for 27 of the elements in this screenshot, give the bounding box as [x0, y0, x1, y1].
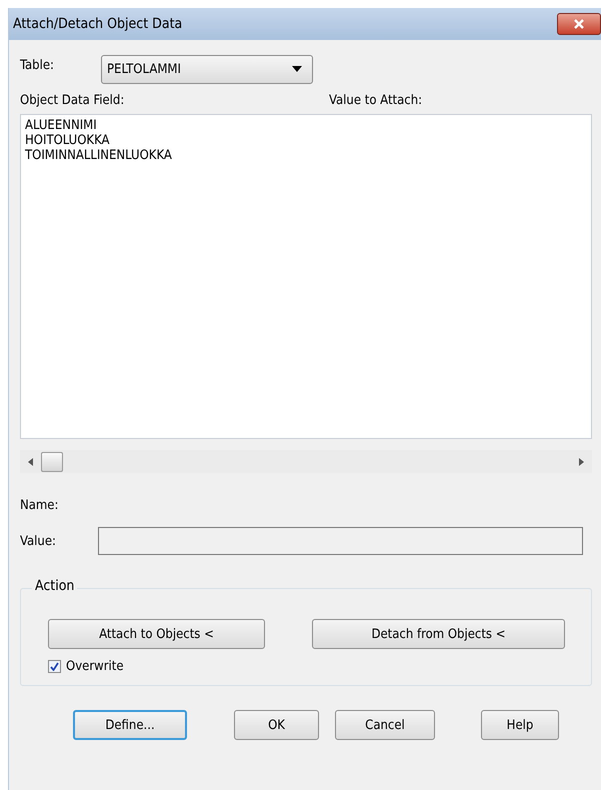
check-icon: [50, 662, 59, 671]
value-label: Value:: [20, 534, 57, 548]
name-label: Name:: [20, 498, 60, 513]
table-label: Table:: [20, 58, 55, 72]
right-arrow-icon[interactable]: [579, 458, 584, 466]
dialog-button[interactable]: Cancel: [335, 710, 435, 740]
column-header: Object Data Field:: [20, 93, 126, 108]
left-arrow-icon[interactable]: [28, 458, 33, 466]
list-item[interactable]: HOITOLUOKKA: [25, 133, 587, 148]
caret-icon: [292, 66, 302, 72]
scroll-thumb[interactable]: [41, 452, 63, 472]
action-button[interactable]: Attach to Objects <: [48, 619, 265, 649]
action-button[interactable]: Detach from Objects <: [312, 619, 565, 649]
checkbox[interactable]: [48, 660, 61, 673]
dialog-button[interactable]: Help: [481, 710, 559, 740]
dialog-button[interactable]: Define...: [73, 710, 187, 740]
column-header: Value to Attach:: [329, 93, 422, 108]
list-item[interactable]: ALUEENNIMI: [25, 118, 587, 133]
field-list[interactable]: ALUEENNIMI HOITOLUOKKA TOIMINNALLINENLUOKKA: [20, 114, 592, 439]
horizontal-scrollbar[interactable]: [20, 450, 592, 473]
close-icon: [573, 19, 585, 29]
close-button[interactable]: [557, 13, 601, 35]
dialog-button[interactable]: OK: [234, 710, 319, 740]
window-title: Attach/Detach Object Data: [13, 16, 182, 32]
list-item[interactable]: TOIMINNALLINENLUOKKA: [25, 148, 587, 163]
checkbox-label: Overwrite: [66, 659, 124, 674]
table-dropdown[interactable]: PELTOLAMMI: [101, 54, 313, 84]
